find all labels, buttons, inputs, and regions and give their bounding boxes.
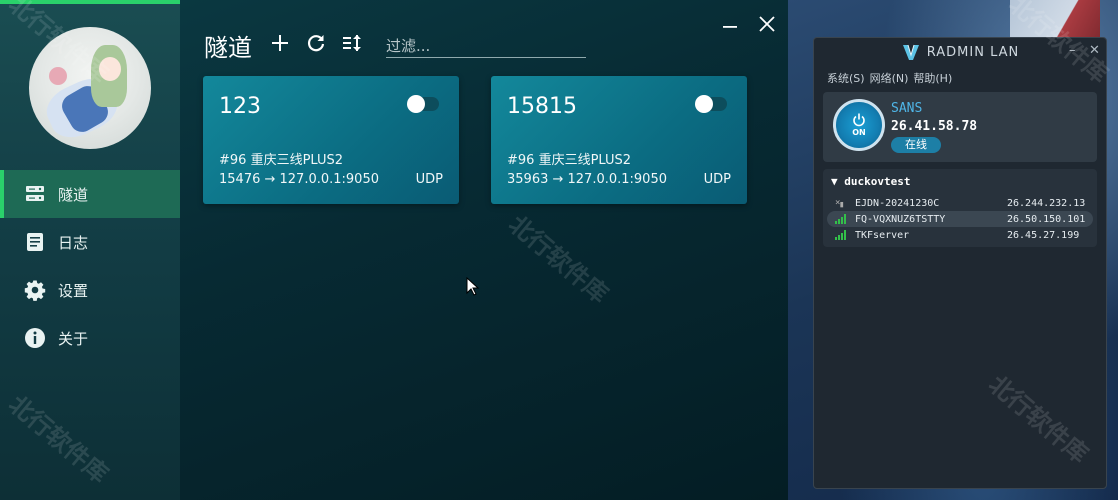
menu-help[interactable]: 帮助(H) bbox=[913, 70, 952, 86]
filter-input[interactable] bbox=[386, 34, 586, 58]
sort-icon bbox=[343, 35, 361, 51]
peer-name: TKFserver bbox=[855, 229, 910, 241]
close-icon bbox=[759, 16, 775, 32]
close-button[interactable] bbox=[757, 14, 777, 34]
peer-ip: 26.244.232.13 bbox=[1007, 197, 1086, 209]
power-icon bbox=[853, 113, 865, 127]
sidebar-item-label: 设置 bbox=[58, 281, 89, 300]
sidebar-item-label: 关于 bbox=[58, 329, 89, 348]
server-icon bbox=[24, 183, 46, 205]
sidebar-nav: 隧道 日志 设置 关于 bbox=[0, 170, 180, 362]
tunnel-card[interactable]: 15815 #96 重庆三线PLUS2 35963 → 127.0.0.1:90… bbox=[491, 76, 747, 204]
power-button[interactable]: ON bbox=[833, 99, 885, 151]
tunnel-name: 123 bbox=[219, 94, 261, 119]
add-tunnel-button[interactable] bbox=[269, 32, 291, 54]
menu-network[interactable]: 网络(N) bbox=[870, 70, 909, 86]
self-name: SANS bbox=[891, 101, 923, 116]
radmin-logo-icon bbox=[901, 42, 921, 62]
tunnel-name: 15815 bbox=[507, 94, 577, 119]
tunnel-toggle[interactable] bbox=[407, 95, 439, 113]
offline-icon: ×▖ bbox=[835, 198, 846, 208]
peer-row[interactable]: TKFserver 26.45.27.199 bbox=[827, 227, 1093, 243]
self-ip: 26.41.58.78 bbox=[891, 119, 978, 134]
refresh-button[interactable] bbox=[305, 32, 327, 54]
radmin-title: RADMIN LAN bbox=[926, 44, 1020, 60]
tunnel-card[interactable]: 123 #96 重庆三线PLUS2 15476 → 127.0.0.1:9050… bbox=[203, 76, 459, 204]
sidebar-item-about[interactable]: 关于 bbox=[0, 314, 180, 362]
page-title: 隧道 bbox=[204, 34, 252, 62]
info-icon bbox=[24, 327, 46, 349]
sidebar-item-logs[interactable]: 日志 bbox=[0, 218, 180, 266]
mouse-cursor-icon bbox=[466, 277, 480, 296]
minimize-button[interactable] bbox=[720, 14, 740, 34]
peer-name: EJDN-20241230C bbox=[855, 197, 940, 209]
tunnel-mapping: 35963 → 127.0.0.1:9050 bbox=[507, 172, 667, 187]
radmin-network-panel: ▼ duckovtest ×▖ EJDN-20241230C 26.244.23… bbox=[823, 169, 1097, 247]
minimize-icon bbox=[723, 26, 737, 28]
radmin-self-panel: ON SANS 26.41.58.78 在线 bbox=[823, 92, 1097, 162]
tunnel-node: #96 重庆三线PLUS2 bbox=[219, 153, 344, 168]
network-name: duckovtest bbox=[844, 175, 911, 188]
sidebar-item-settings[interactable]: 设置 bbox=[0, 266, 180, 314]
power-label: ON bbox=[852, 128, 866, 137]
peer-ip: 26.50.150.101 bbox=[1007, 213, 1086, 225]
peer-name: FQ-VQXNUZ6TSTTY bbox=[855, 213, 946, 225]
menu-system[interactable]: 系统(S) bbox=[827, 70, 865, 86]
signal-icon bbox=[835, 230, 853, 240]
network-header[interactable]: ▼ duckovtest bbox=[831, 175, 910, 188]
status-badge: 在线 bbox=[891, 137, 941, 153]
tunnel-app-window: 隧道 日志 设置 关于 隧道 过滤... 123 #96 重庆三线PLUS2 1… bbox=[0, 0, 788, 500]
peer-row[interactable]: ×▖ EJDN-20241230C 26.244.232.13 bbox=[827, 195, 1093, 211]
sort-button[interactable] bbox=[341, 32, 363, 54]
radmin-menubar: 系统(S) 网络(N) 帮助(H) bbox=[827, 70, 952, 86]
tunnel-toggle[interactable] bbox=[695, 95, 727, 113]
peer-row[interactable]: FQ-VQXNUZ6TSTTY 26.50.150.101 bbox=[827, 211, 1093, 227]
sidebar-item-tunnels[interactable]: 隧道 bbox=[0, 170, 180, 218]
sidebar-item-label: 日志 bbox=[58, 233, 89, 252]
tunnel-protocol: UDP bbox=[415, 172, 443, 187]
gear-icon bbox=[24, 279, 46, 301]
refresh-icon bbox=[307, 35, 325, 52]
tunnel-protocol: UDP bbox=[703, 172, 731, 187]
signal-icon bbox=[835, 214, 853, 224]
tunnel-mapping: 15476 → 127.0.0.1:9050 bbox=[219, 172, 379, 187]
plus-icon bbox=[272, 35, 288, 51]
tunnel-node: #96 重庆三线PLUS2 bbox=[507, 153, 632, 168]
peer-ip: 26.45.27.199 bbox=[1007, 229, 1080, 241]
sidebar-item-label: 隧道 bbox=[58, 185, 89, 204]
log-icon bbox=[24, 231, 46, 253]
